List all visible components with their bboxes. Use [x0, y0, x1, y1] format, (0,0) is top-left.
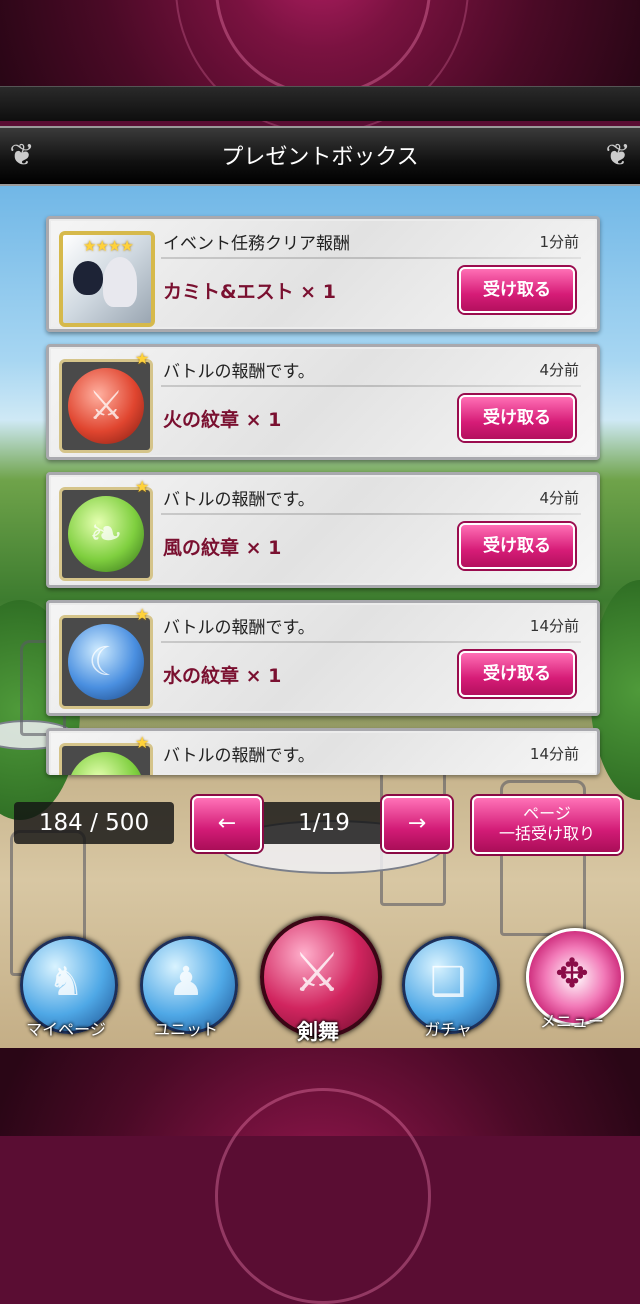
prev-page-button[interactable]: ←: [192, 796, 262, 852]
right-ornament-icon: ❦: [605, 138, 631, 173]
bulk-receive-button[interactable]: ページ 一括受け取り: [472, 796, 622, 854]
menu-icon: ✥: [555, 951, 589, 997]
page-indicator: 1/19: [264, 802, 384, 844]
nav-menu[interactable]: ✥ メニュー: [520, 928, 624, 1032]
present-item: ★★★★ イベント任務クリア報酬 1分前 カミト&エスト × 1 受け取る: [46, 216, 600, 332]
bulk-receive-label-1: ページ: [523, 804, 571, 823]
item-message: バトルの報酬です。: [163, 362, 315, 382]
item-reward: 水の紋章 × 1: [163, 665, 282, 687]
present-item: ⚔ ★ バトルの報酬です。 4分前 火の紋章 × 1 受け取る: [46, 344, 600, 460]
title-bar: ❦ プレゼントボックス ❦: [0, 126, 640, 186]
rarity-stars: ★: [135, 733, 150, 752]
top-ornament-frame: [0, 0, 640, 134]
sword-dance-icon: ⚔: [292, 941, 342, 1004]
fire-emblem-icon: ⚔: [59, 359, 153, 453]
rarity-stars: ★: [135, 605, 150, 624]
page-title: プレゼントボックス: [221, 145, 419, 170]
item-message: バトルの報酬です。: [163, 746, 315, 766]
top-status-bar: [0, 86, 640, 121]
bulk-receive-label-2: 一括受け取り: [498, 824, 595, 843]
item-message: バトルの報酬です。: [163, 618, 315, 638]
item-time: 14分前: [529, 745, 579, 763]
rarity-stars: ★★★★: [83, 237, 134, 255]
next-page-button[interactable]: →: [382, 796, 452, 852]
item-time: 1分前: [539, 233, 579, 251]
item-time: 14分前: [529, 617, 579, 635]
receive-button[interactable]: 受け取る: [459, 395, 575, 441]
gacha-icon: ❑: [430, 959, 466, 1005]
present-item: ☾ ★ バトルの報酬です。 14分前 水の紋章 × 1 受け取る: [46, 600, 600, 716]
water-emblem-icon: ☾: [59, 615, 153, 709]
wind-emblem-icon: ❧: [59, 487, 153, 581]
present-item: ❧ ★ バトルの報酬です。 14分前: [46, 728, 600, 775]
nav-gacha[interactable]: ❑ ガチャ: [396, 936, 500, 1040]
item-count: 184 / 500: [14, 802, 174, 844]
item-reward: 火の紋章 × 1: [163, 409, 282, 431]
nav-mypage[interactable]: ♞ マイページ: [14, 936, 118, 1040]
unit-icon: ♟: [168, 959, 204, 1005]
item-reward: カミト&エスト × 1: [163, 281, 336, 303]
receive-button[interactable]: 受け取る: [459, 267, 575, 313]
rarity-stars: ★: [135, 477, 150, 496]
receive-button[interactable]: 受け取る: [459, 651, 575, 697]
nav-unit[interactable]: ♟ ユニット: [134, 936, 238, 1040]
item-message: バトルの報酬です。: [163, 490, 315, 510]
item-time: 4分前: [539, 489, 579, 507]
bottom-ornament-frame: [0, 1048, 640, 1304]
receive-button[interactable]: 受け取る: [459, 523, 575, 569]
item-reward: 風の紋章 × 1: [163, 537, 282, 559]
item-message: イベント任務クリア報酬: [163, 234, 350, 254]
present-item: ❧ ★ バトルの報酬です。 4分前 風の紋章 × 1 受け取る: [46, 472, 600, 588]
item-time: 4分前: [539, 361, 579, 379]
character-portrait-icon: ★★★★: [59, 231, 155, 327]
rarity-stars: ★: [135, 349, 150, 368]
nav-sword-dance[interactable]: ⚔ 剣舞: [260, 916, 382, 1044]
mypage-icon: ♞: [48, 959, 84, 1005]
